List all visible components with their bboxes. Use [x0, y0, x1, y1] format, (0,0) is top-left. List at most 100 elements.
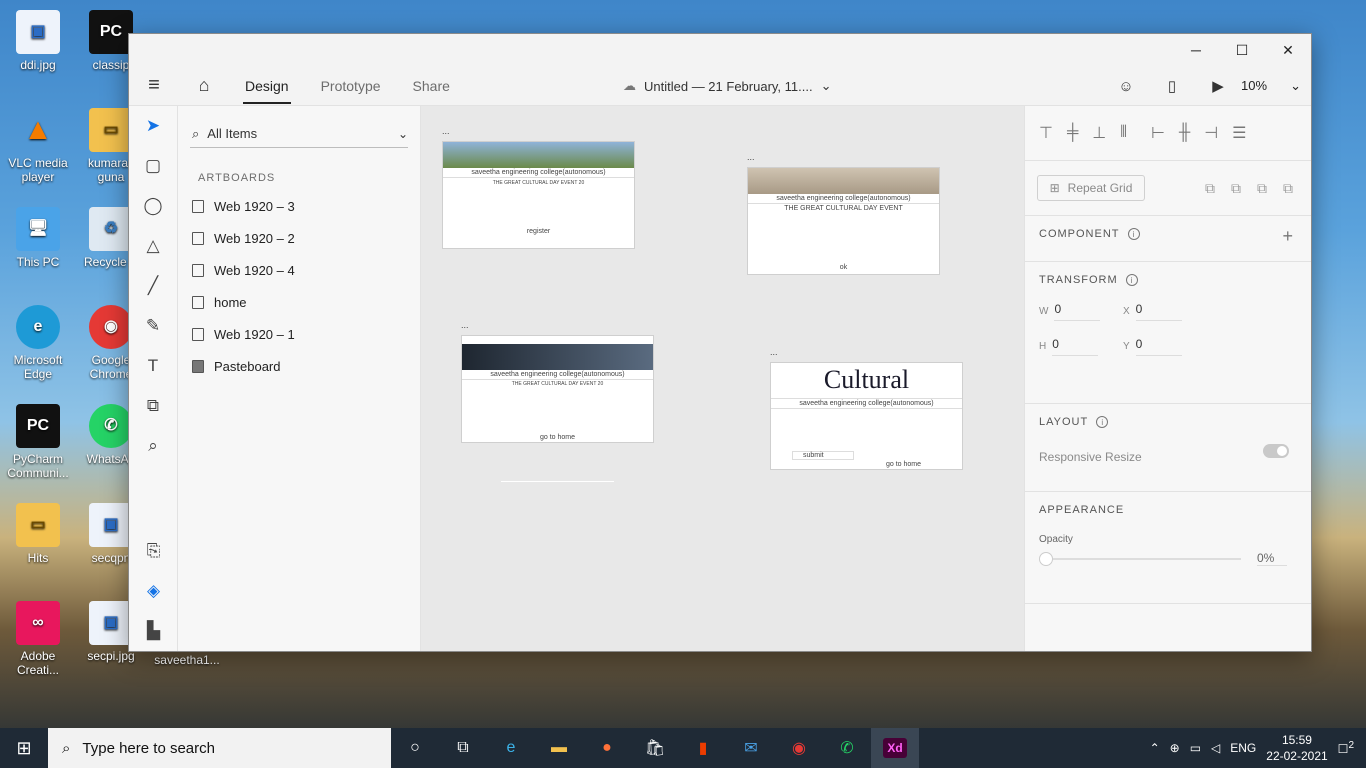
layer-item[interactable]: home [178, 286, 420, 318]
desktop-icon-saveetha[interactable]: saveetha1... [150, 653, 224, 667]
artboard-label[interactable]: ... [461, 320, 469, 330]
design-canvas[interactable]: ... saveetha engineering college(autonom… [421, 106, 1024, 651]
distribute-horizontal-icon[interactable]: ⫴ [1120, 124, 1127, 142]
task-view-icon[interactable]: ⧉ [439, 728, 487, 768]
add-component-icon[interactable]: + [1282, 226, 1293, 247]
artboard-label[interactable]: ... [747, 152, 755, 162]
opacity-slider-handle[interactable] [1039, 551, 1053, 566]
x-field[interactable]: X0 [1123, 302, 1207, 321]
document-title[interactable]: ☁ Untitled — 21 February, 11.... ⌄ [623, 66, 832, 106]
assets-icon[interactable]: ⎘ [129, 531, 178, 571]
hamburger-menu-icon[interactable]: ≡ [129, 74, 179, 97]
desktop-icon-edge[interactable]: e Microsoft Edge [5, 305, 71, 381]
align-bottom-icon[interactable]: ⊥ [1092, 123, 1106, 143]
close-button[interactable]: ✕ [1265, 34, 1311, 66]
pen-tool-icon[interactable]: ✎ [129, 306, 177, 346]
volume-icon[interactable]: ◁ [1211, 741, 1220, 755]
desktop-icon-vlc[interactable]: ▲ VLC media player [5, 108, 71, 185]
info-icon[interactable]: i [1127, 228, 1140, 240]
subtract-icon[interactable]: ⧉ [1231, 180, 1241, 197]
chrome-icon[interactable]: ◉ [775, 728, 823, 768]
clock[interactable]: 15:59 22-02-2021 [1266, 732, 1327, 764]
adobe-xd-icon[interactable]: Xd [871, 728, 919, 768]
height-field[interactable]: H0 [1039, 337, 1123, 356]
width-field[interactable]: W0 [1039, 302, 1123, 321]
notification-icon[interactable]: ☐2 [1338, 740, 1354, 756]
align-top-icon[interactable]: ⊤ [1039, 123, 1053, 143]
polygon-tool-icon[interactable]: △ [129, 226, 177, 266]
desktop-icon-ddi[interactable]: ▣ ddi.jpg [5, 10, 71, 72]
language-indicator[interactable]: ENG [1230, 741, 1256, 755]
align-center-icon[interactable]: ╫ [1179, 124, 1190, 142]
exclude-icon[interactable]: ⧉ [1283, 180, 1293, 197]
mail-icon[interactable]: ✉ [727, 728, 775, 768]
opacity-slider-track[interactable] [1053, 557, 1241, 560]
minimize-button[interactable]: ─ [1173, 34, 1219, 66]
desktop-icon-thispc[interactable]: 🖥 This PC [5, 207, 71, 269]
artboard-label[interactable]: ... [770, 347, 778, 357]
desktop-icon-hits[interactable]: ▭ Hits [5, 503, 71, 565]
opacity-value[interactable]: 0% [1257, 551, 1287, 566]
tab-design[interactable]: Design [229, 66, 305, 106]
tab-share[interactable]: Share [397, 66, 466, 106]
property-inspector: ⊤ ╪ ⊥ ⫴ ⊢ ╫ ⊣ ☰ ⊞ Repeat Grid ⧉ ⧉ ⧉ ⧉ COM… [1024, 106, 1311, 651]
home-icon[interactable]: ⌂ [179, 75, 229, 96]
info-icon[interactable]: i [1096, 416, 1109, 428]
battery-icon[interactable]: ▭ [1190, 741, 1201, 755]
artboard-icon [192, 327, 204, 341]
artboard-tool-icon[interactable]: ⧉ [129, 386, 177, 426]
network-icon[interactable]: ⊕ [1170, 741, 1180, 755]
layer-item[interactable]: Web 1920 – 4 [178, 254, 420, 286]
zoom-tool-icon[interactable]: ⌕ [129, 426, 177, 466]
layers-icon[interactable]: ◈ [129, 571, 178, 611]
layer-item[interactable]: Web 1920 – 1 [178, 318, 420, 350]
artboard[interactable]: saveetha engineering college(autonomous)… [442, 141, 635, 249]
desktop-icon-pycharm[interactable]: PC PyCharm Communi... [5, 404, 71, 480]
play-icon[interactable]: ▶ [1195, 77, 1241, 95]
office-icon[interactable]: ▮ [679, 728, 727, 768]
layer-item[interactable]: Web 1920 – 2 [178, 222, 420, 254]
intersect-icon[interactable]: ⧉ [1257, 180, 1267, 197]
computer-icon: 🖥 [16, 207, 60, 251]
zoom-select[interactable]: 10% ⌄ [1241, 78, 1311, 94]
align-middle-icon[interactable]: ╪ [1067, 124, 1078, 142]
artboard[interactable]: Cultural saveetha engineering college(au… [770, 362, 963, 470]
file-explorer-icon[interactable]: ▬ [535, 728, 583, 768]
repeat-grid-button[interactable]: ⊞ Repeat Grid [1037, 175, 1145, 201]
whatsapp-icon[interactable]: ✆ [823, 728, 871, 768]
firefox-icon[interactable]: ● [583, 728, 631, 768]
mobile-preview-icon[interactable]: ▯ [1149, 77, 1195, 95]
ellipse-tool-icon[interactable]: ◯ [129, 186, 177, 226]
info-icon[interactable]: i [1125, 274, 1138, 286]
tab-prototype[interactable]: Prototype [305, 66, 397, 106]
cortana-icon[interactable]: ○ [391, 728, 439, 768]
artboard-label[interactable]: ... [442, 126, 450, 136]
text-tool-icon[interactable]: T [129, 346, 177, 386]
align-left-icon[interactable]: ⊢ [1151, 123, 1165, 143]
union-icon[interactable]: ⧉ [1205, 180, 1215, 197]
system-tray: ⌃ ⊕ ▭ ◁ ENG 15:59 22-02-2021 ☐2 [1150, 728, 1366, 768]
align-right-icon[interactable]: ⊣ [1204, 123, 1218, 143]
artboard[interactable]: saveetha engineering college(autonomous)… [461, 335, 654, 443]
plugins-icon[interactable]: ▙ [129, 611, 178, 651]
responsive-resize-toggle[interactable] [1263, 444, 1289, 458]
layer-item[interactable]: Pasteboard [178, 350, 420, 382]
layer-item[interactable]: Web 1920 – 3 [178, 190, 420, 222]
line-tool-icon[interactable]: ╱ [129, 266, 177, 306]
edge-icon[interactable]: e [487, 728, 535, 768]
artboard[interactable]: saveetha engineering college(autonomous)… [747, 167, 940, 275]
select-tool-icon[interactable]: ➤ [129, 106, 177, 146]
taskbar-search[interactable]: ⌕ Type here to search [48, 728, 391, 768]
layers-filter[interactable]: ⌕ All Items ⌄ [190, 120, 408, 148]
chevron-up-icon[interactable]: ⌃ [1150, 741, 1160, 755]
maximize-button[interactable]: ☐ [1219, 34, 1265, 66]
windows-start-icon[interactable]: ⊞ [0, 738, 48, 759]
rectangle-tool-icon[interactable]: ▢ [129, 146, 177, 186]
distribute-vertical-icon[interactable]: ☰ [1232, 123, 1246, 143]
desktop-icon-adobe[interactable]: ∞ Adobe Creati... [5, 601, 71, 677]
pycharm-icon: PC [89, 10, 133, 54]
y-field[interactable]: Y0 [1123, 337, 1207, 356]
artboard-icon [192, 199, 204, 213]
invite-user-icon[interactable]: ☺ [1103, 78, 1149, 95]
store-icon[interactable]: 🛍 [631, 728, 679, 768]
